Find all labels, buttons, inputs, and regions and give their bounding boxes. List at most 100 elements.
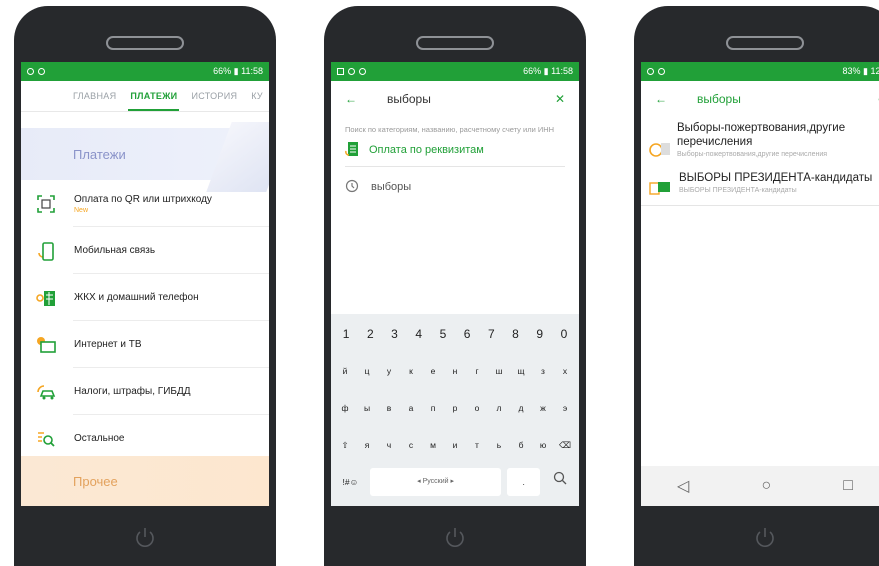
menu-label: Оплата по QR или штрихкоду bbox=[74, 193, 212, 205]
key[interactable]: м bbox=[422, 431, 444, 459]
key[interactable]: т bbox=[466, 431, 488, 459]
symbols-key[interactable]: !#☺ bbox=[334, 468, 367, 496]
tab-payments[interactable]: ПЛАТЕЖИ bbox=[128, 91, 180, 111]
key[interactable]: ч bbox=[378, 431, 400, 459]
key[interactable]: с bbox=[400, 431, 422, 459]
key[interactable]: ф bbox=[334, 394, 356, 422]
menu-item-taxes[interactable]: Налоги, штрафы, ГИБДД bbox=[21, 368, 269, 415]
key[interactable]: л bbox=[488, 394, 510, 422]
home-nav-icon[interactable]: ○ bbox=[761, 477, 771, 495]
key[interactable]: а bbox=[400, 394, 422, 422]
status-bar: 83% ▮ 12: bbox=[641, 62, 879, 81]
key[interactable]: ь bbox=[488, 431, 510, 459]
key[interactable]: 6 bbox=[455, 320, 479, 348]
status-icon bbox=[27, 68, 34, 75]
key[interactable]: 5 bbox=[431, 320, 455, 348]
tab-history[interactable]: ИСТОРИЯ bbox=[191, 91, 237, 101]
key[interactable]: г bbox=[466, 357, 488, 385]
search-key[interactable] bbox=[543, 468, 576, 496]
menu-item-qr[interactable]: Оплата по QR или штрихкоду New bbox=[21, 180, 269, 227]
elections-icon bbox=[649, 178, 673, 201]
back-arrow-icon[interactable]: ← bbox=[345, 92, 359, 106]
pay-by-requisites[interactable]: Оплата по реквизитам bbox=[331, 135, 579, 166]
top-tabs: ГЛАВНАЯ ПЛАТЕЖИ ИСТОРИЯ КУ bbox=[21, 81, 269, 112]
key[interactable]: е bbox=[422, 357, 444, 385]
key[interactable]: 7 bbox=[479, 320, 503, 348]
menu-item-internet-tv[interactable]: Интернет и ТВ bbox=[21, 321, 269, 368]
key[interactable]: п bbox=[422, 394, 444, 422]
search-result[interactable]: Выборы-пожертвования,другие перечисления… bbox=[641, 117, 879, 167]
tab-main[interactable]: ГЛАВНАЯ bbox=[73, 91, 116, 101]
power-icon bbox=[136, 528, 154, 547]
mobile-phone-icon bbox=[36, 241, 56, 261]
keyboard-numbers: 1 2 3 4 5 6 7 8 9 0 bbox=[334, 320, 576, 348]
backspace-key[interactable]: ⌫ bbox=[554, 431, 576, 459]
screen: 83% ▮ 12: ← выборы ○ Выборы-пожертвовани… bbox=[641, 62, 879, 506]
result-title: ВЫБОРЫ ПРЕЗИДЕНТА-кандидаты bbox=[679, 172, 873, 184]
key[interactable]: й bbox=[334, 357, 356, 385]
key[interactable]: ш bbox=[488, 357, 510, 385]
close-icon[interactable]: ✕ bbox=[555, 92, 565, 106]
menu-label: Мобильная связь bbox=[74, 245, 156, 256]
key[interactable]: 1 bbox=[334, 320, 358, 348]
key[interactable]: э bbox=[554, 394, 576, 422]
key[interactable]: х bbox=[554, 357, 576, 385]
key[interactable]: 4 bbox=[407, 320, 431, 348]
key[interactable]: н bbox=[444, 357, 466, 385]
key[interactable]: з bbox=[532, 357, 554, 385]
menu-label: Налоги, штрафы, ГИБДД bbox=[74, 386, 191, 397]
key[interactable]: к bbox=[400, 357, 422, 385]
key[interactable]: у bbox=[378, 357, 400, 385]
key[interactable]: я bbox=[356, 431, 378, 459]
key[interactable]: 0 bbox=[552, 320, 576, 348]
payments-banner: Платежи bbox=[21, 128, 269, 180]
key[interactable]: 3 bbox=[382, 320, 406, 348]
key[interactable]: и bbox=[444, 431, 466, 459]
status-bar: 66% ▮ 11:58 bbox=[331, 62, 579, 81]
period-key[interactable]: . bbox=[507, 468, 541, 496]
banner-title: Прочее bbox=[73, 473, 118, 489]
result-subtitle: ВЫБОРЫ ПРЕЗИДЕНТА-кандидаты bbox=[679, 186, 797, 194]
status-icon bbox=[647, 68, 654, 75]
key[interactable]: ц bbox=[356, 357, 378, 385]
android-nav-bar: ◁ ○ □ bbox=[641, 466, 879, 506]
menu-item-other[interactable]: Остальное bbox=[21, 415, 269, 462]
key[interactable]: щ bbox=[510, 357, 532, 385]
key[interactable]: д bbox=[510, 394, 532, 422]
search-result[interactable]: ВЫБОРЫ ПРЕЗИДЕНТА-кандидаты ВЫБОРЫ ПРЕЗИ… bbox=[641, 167, 879, 206]
search-input[interactable]: выборы bbox=[697, 92, 741, 106]
history-item[interactable]: выборы bbox=[331, 167, 579, 208]
search-icon bbox=[553, 471, 567, 485]
tab-more[interactable]: КУ bbox=[251, 91, 263, 101]
key[interactable]: в bbox=[378, 394, 400, 422]
back-arrow-icon[interactable]: ← bbox=[655, 92, 669, 106]
recents-nav-icon[interactable]: □ bbox=[843, 477, 853, 495]
back-nav-icon[interactable]: ◁ bbox=[677, 476, 689, 496]
key[interactable]: 9 bbox=[528, 320, 552, 348]
key[interactable]: ж bbox=[532, 394, 554, 422]
speaker bbox=[726, 36, 804, 50]
menu-label: Остальное bbox=[74, 433, 125, 444]
power-icon bbox=[446, 528, 464, 547]
banner-title: Платежи bbox=[73, 146, 126, 162]
key[interactable]: ю bbox=[532, 431, 554, 459]
key[interactable]: б bbox=[510, 431, 532, 459]
document-icon bbox=[345, 141, 359, 160]
result-title: Выборы-пожертвования,другие перечисления bbox=[677, 122, 846, 148]
key[interactable]: ы bbox=[356, 394, 378, 422]
speaker bbox=[106, 36, 184, 50]
search-input[interactable]: выборы bbox=[387, 92, 431, 106]
key[interactable]: 8 bbox=[503, 320, 527, 348]
key[interactable]: р bbox=[444, 394, 466, 422]
search-hint: Поиск по категориям, названию, расчетном… bbox=[345, 125, 555, 134]
speaker bbox=[416, 36, 494, 50]
key[interactable]: 2 bbox=[358, 320, 382, 348]
search-header: ← выборы ✕ bbox=[331, 81, 579, 117]
shift-key[interactable]: ⇧ bbox=[334, 431, 356, 459]
requisites-label: Оплата по реквизитам bbox=[369, 144, 484, 157]
space-key[interactable]: ◂ Русский ▸ bbox=[369, 468, 502, 496]
key[interactable]: о bbox=[466, 394, 488, 422]
other-banner[interactable]: Прочее bbox=[21, 456, 269, 506]
menu-item-utilities[interactable]: ЖКХ и домашний телефон bbox=[21, 274, 269, 321]
menu-item-mobile[interactable]: Мобильная связь bbox=[21, 227, 269, 274]
